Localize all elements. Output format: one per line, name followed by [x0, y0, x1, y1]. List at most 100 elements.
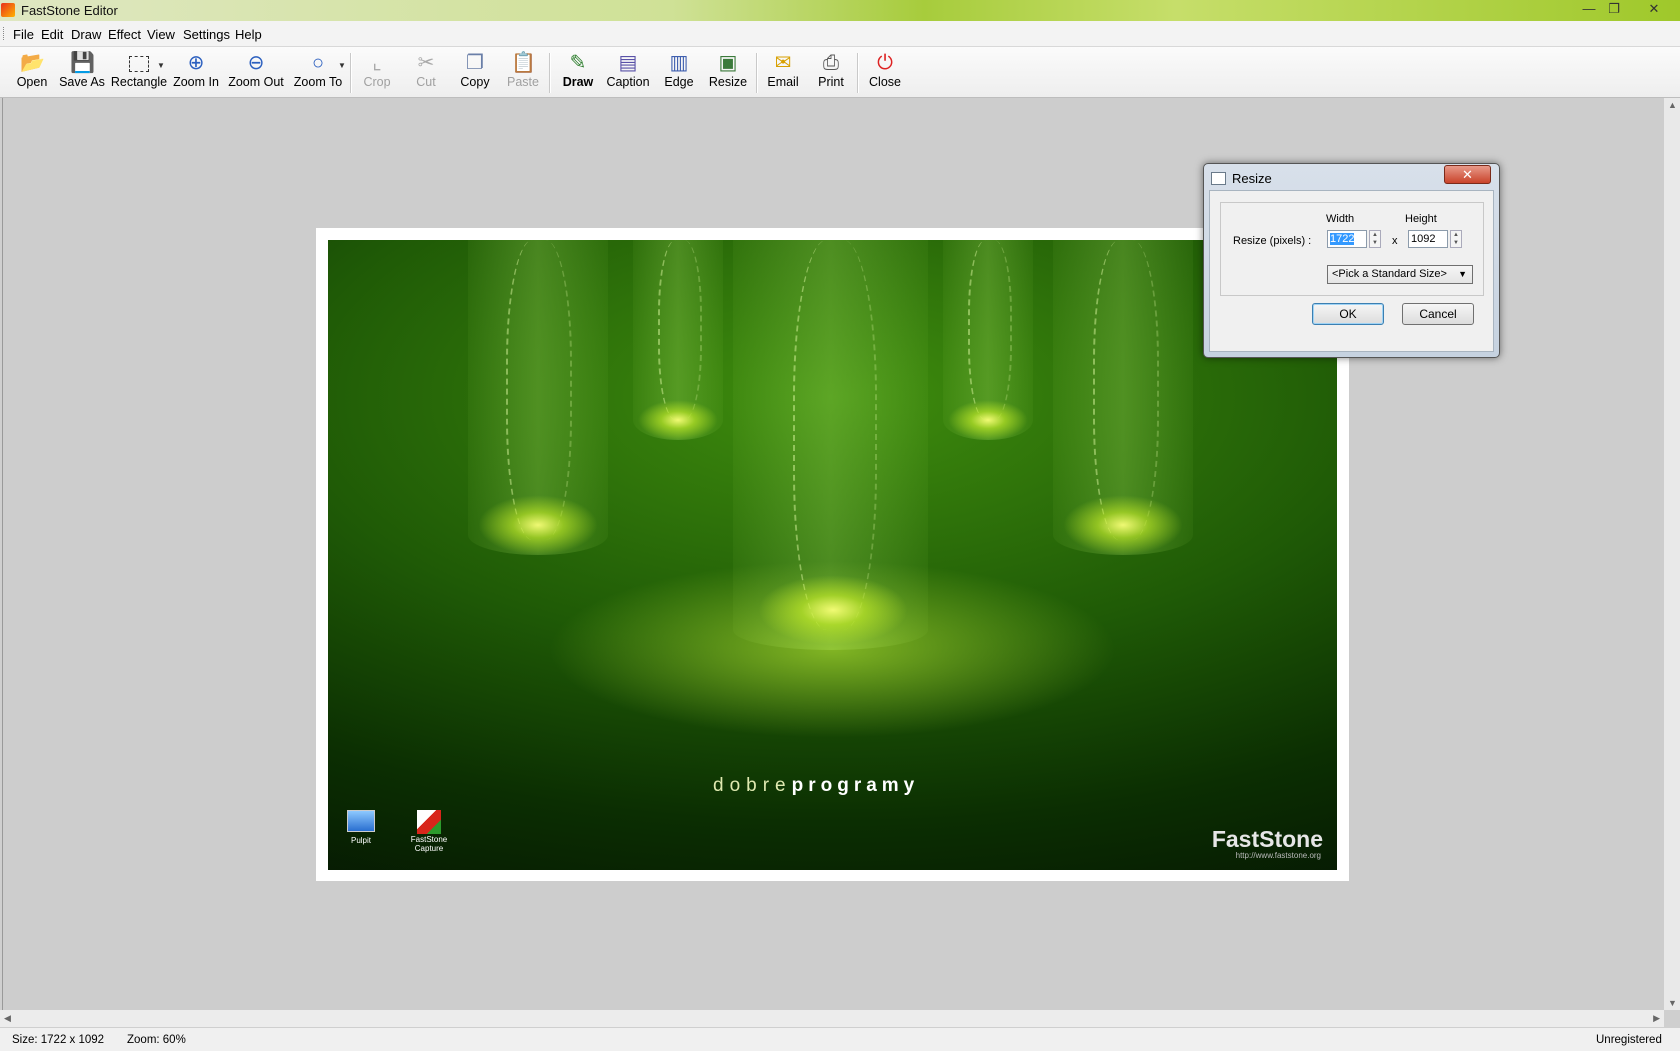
- draw-pen-icon: ✎: [569, 52, 587, 74]
- desktop-icon-pulpit: Pulpit: [344, 810, 378, 845]
- spiral: [658, 240, 702, 420]
- standard-size-select[interactable]: <Pick a Standard Size> ▼: [1327, 265, 1473, 284]
- dotted-rectangle-icon: [127, 52, 151, 74]
- ok-button[interactable]: OK: [1312, 303, 1384, 325]
- window-title: FastStone Editor: [21, 3, 118, 18]
- title-bar: FastStone Editor — ❐ ✕: [0, 0, 1680, 21]
- copy-icon: ❐: [466, 52, 484, 74]
- save-as-button[interactable]: 💾 Save As: [59, 49, 105, 95]
- scroll-left-icon[interactable]: ◀: [4, 1013, 11, 1024]
- toolbar-separator: [857, 53, 859, 93]
- toolbar: 📂 Open 💾 Save As Rectangle ▼ ⊕ Zoom In ⊖…: [0, 47, 1680, 98]
- printer-icon: ⎙: [823, 52, 839, 74]
- status-bar: Size: 1722 x 1092 Zoom: 60% Unregistered: [0, 1027, 1680, 1051]
- dialog-body: Width Height Resize (pixels) : 1722 ▲ ▼ x…: [1209, 190, 1494, 352]
- toolbar-separator: [549, 53, 551, 93]
- edge-button[interactable]: ▥ Edge: [662, 49, 696, 95]
- minimize-icon[interactable]: —: [1578, 1, 1600, 17]
- floppy-disk-icon: 💾: [70, 52, 95, 74]
- scissors-icon: ✂: [417, 52, 435, 74]
- light-glow: [758, 575, 908, 645]
- menu-help[interactable]: Help: [235, 27, 262, 42]
- draw-button[interactable]: ✎ Draw: [560, 49, 596, 95]
- caption-button[interactable]: ▤ Caption: [606, 49, 650, 95]
- crop-button[interactable]: ⌞ Crop: [360, 49, 394, 95]
- rectangle-select-button[interactable]: Rectangle: [110, 49, 168, 95]
- resize-groupbox: Width Height Resize (pixels) : 1722 ▲ ▼ x…: [1220, 202, 1484, 296]
- caption-icon: ▤: [618, 52, 638, 74]
- close-image-button[interactable]: ⏻ Close: [868, 49, 902, 95]
- status-size: Size: 1722 x 1092: [12, 1034, 105, 1046]
- zoom-to-button[interactable]: ○ Zoom To: [291, 49, 345, 95]
- zoom-out-icon: ⊖: [247, 52, 265, 74]
- scroll-down-icon[interactable]: ▼: [1668, 998, 1677, 1008]
- open-button[interactable]: 📂 Open: [14, 49, 50, 95]
- resize-button[interactable]: ▣ Resize: [708, 49, 748, 95]
- restore-icon[interactable]: ❐: [1603, 1, 1625, 17]
- toolbar-separator: [756, 53, 758, 93]
- zoom-in-button[interactable]: ⊕ Zoom In: [172, 49, 220, 95]
- folder-open-icon: 📂: [20, 52, 45, 74]
- faststone-url: http://www.faststone.org: [1235, 851, 1321, 860]
- menu-settings[interactable]: Settings: [183, 27, 230, 42]
- resize-pixels-label: Resize (pixels) :: [1233, 235, 1312, 247]
- menu-effect[interactable]: Effect: [108, 27, 141, 42]
- menu-edit[interactable]: Edit: [41, 27, 63, 42]
- dialog-icon: [1211, 172, 1226, 185]
- width-label: Width: [1326, 213, 1355, 225]
- cut-button[interactable]: ✂ Cut: [412, 49, 440, 95]
- zoom-in-icon: ⊕: [187, 52, 205, 74]
- faststone-logo: FastStone: [1211, 826, 1323, 852]
- crop-icon: ⌞: [372, 52, 382, 74]
- chevron-down-icon: ▼: [1458, 269, 1467, 279]
- light-glow: [478, 495, 598, 555]
- menu-view[interactable]: View: [147, 27, 175, 42]
- monitor-icon: [347, 810, 375, 832]
- power-icon: ⏻: [877, 52, 893, 74]
- menu-draw[interactable]: Draw: [71, 27, 101, 42]
- clipboard-icon: 📋: [511, 52, 536, 74]
- magnifier-icon: ○: [311, 52, 325, 74]
- menu-bar: File Edit Draw Effect View Settings Help: [0, 21, 1680, 47]
- wallpaper-image: dobreprogramy Pulpit FastStone Capture F…: [328, 240, 1337, 870]
- wallpaper-caption: dobreprogramy: [713, 775, 920, 796]
- height-input[interactable]: 1092: [1408, 230, 1448, 248]
- light-glow: [1063, 495, 1183, 555]
- envelope-icon: ✉: [774, 52, 792, 74]
- height-spinner[interactable]: ▲ ▼: [1450, 230, 1462, 248]
- faststone-capture-icon: [417, 810, 441, 834]
- email-button[interactable]: ✉ Email: [765, 49, 801, 95]
- resize-dialog: Resize ✕ Width Height Resize (pixels) : …: [1203, 163, 1500, 358]
- desktop-icon-faststone-capture: FastStone Capture: [398, 810, 460, 853]
- close-icon: ✕: [1462, 167, 1473, 182]
- app-icon: [1, 3, 15, 17]
- light-glow: [948, 400, 1028, 440]
- paste-button[interactable]: 📋 Paste: [506, 49, 540, 95]
- print-button[interactable]: ⎙ Print: [815, 49, 847, 95]
- rectangle-dropdown-icon[interactable]: ▼: [157, 61, 165, 70]
- width-spinner[interactable]: ▲ ▼: [1369, 230, 1381, 248]
- scroll-up-icon[interactable]: ▲: [1668, 100, 1677, 110]
- copy-button[interactable]: ❐ Copy: [459, 49, 491, 95]
- scroll-right-icon[interactable]: ▶: [1653, 1013, 1660, 1024]
- menu-grip: [3, 27, 7, 40]
- close-window-icon[interactable]: ✕: [1643, 1, 1665, 17]
- menu-file[interactable]: File: [13, 27, 34, 42]
- times-label: x: [1392, 235, 1398, 247]
- zoom-out-button[interactable]: ⊖ Zoom Out: [227, 49, 285, 95]
- zoom-to-dropdown-icon[interactable]: ▼: [338, 61, 346, 70]
- image-frame: dobreprogramy Pulpit FastStone Capture F…: [316, 228, 1349, 881]
- height-label: Height: [1405, 213, 1437, 225]
- resize-icon: ▣: [718, 52, 738, 74]
- cancel-button[interactable]: Cancel: [1402, 303, 1474, 325]
- light-glow: [638, 400, 718, 440]
- spiral: [793, 240, 877, 630]
- spiral: [968, 240, 1012, 420]
- toolbar-separator: [350, 53, 352, 93]
- status-registration: Unregistered: [1596, 1034, 1662, 1046]
- dialog-close-button[interactable]: ✕: [1444, 165, 1491, 184]
- width-input[interactable]: 1722: [1327, 230, 1367, 248]
- vertical-scrollbar[interactable]: ▲ ▼: [1664, 98, 1680, 1010]
- horizontal-scrollbar[interactable]: ◀ ▶: [0, 1010, 1664, 1027]
- dialog-title: Resize: [1232, 171, 1272, 186]
